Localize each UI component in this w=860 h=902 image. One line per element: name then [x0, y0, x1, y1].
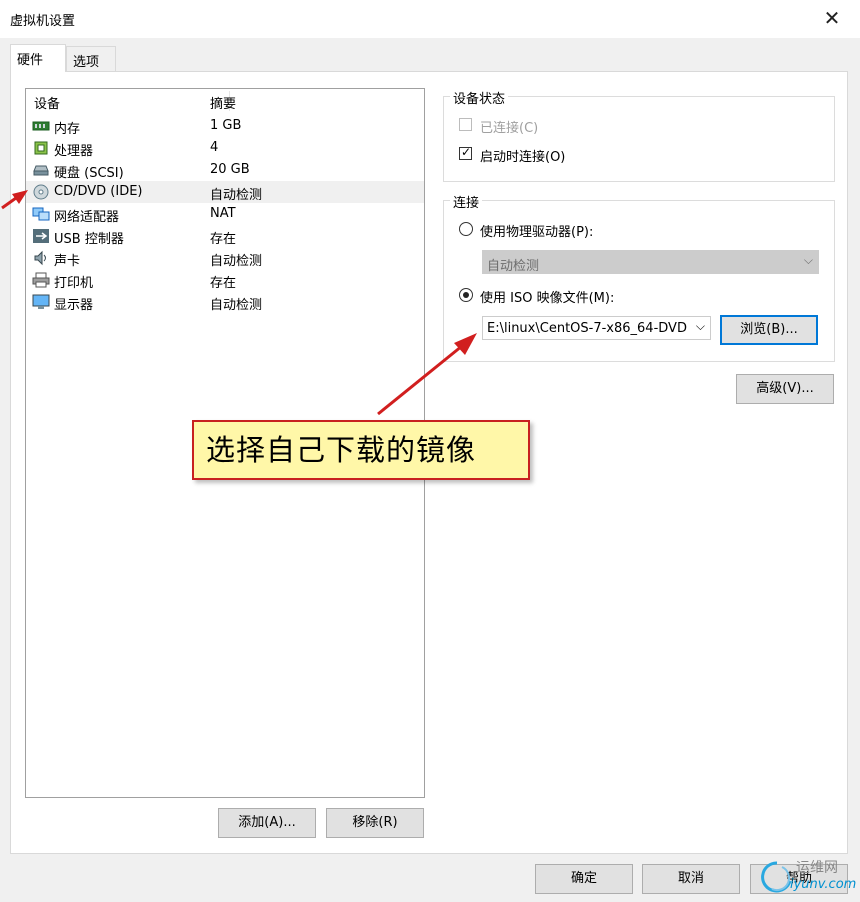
window-title: 虚拟机设置	[10, 14, 76, 29]
list-item[interactable]: 打印机 存在	[26, 269, 424, 291]
device-summary: 存在	[210, 232, 237, 247]
watermark-logo-icon	[761, 861, 792, 893]
device-summary: 自动检测	[210, 188, 263, 203]
device-name: USB 控制器	[54, 232, 124, 247]
iso-path-combobox[interactable]: E:\linux\CentOS-7-x86_64-DVD ⌵	[482, 316, 711, 340]
device-name: 硬盘 (SCSI)	[54, 166, 124, 181]
iso-image-label: 使用 ISO 映像文件(M):	[480, 291, 615, 306]
device-name: 处理器	[54, 144, 94, 159]
tab-label: 硬件	[17, 53, 44, 68]
device-summary: NAT	[210, 206, 236, 221]
cancel-button[interactable]: 取消	[642, 864, 740, 894]
tab-options[interactable]: 选项	[66, 46, 116, 72]
device-name: 声卡	[54, 254, 81, 269]
radio-dot	[463, 292, 469, 298]
connect-on-start-checkbox[interactable]: ✓	[459, 145, 472, 160]
processor-icon	[34, 141, 48, 155]
list-item[interactable]: 显示器 自动检测	[26, 291, 424, 313]
device-status-group	[443, 96, 835, 182]
close-icon[interactable]: ✕	[820, 6, 844, 30]
checkmark-icon: ✓	[461, 145, 472, 159]
physical-drive-select[interactable]: 自动检测 ⌵	[482, 250, 819, 274]
watermark: 运维网 iyunv.com	[758, 855, 860, 902]
connect-on-start-label: 启动时连接(O)	[480, 150, 566, 165]
device-name: 显示器	[54, 298, 94, 313]
advanced-button[interactable]: 高级(V)...	[736, 374, 834, 404]
physical-drive-radio[interactable]	[459, 222, 473, 236]
list-item[interactable]: 网络适配器 NAT	[26, 203, 424, 225]
connection-title: 连接	[450, 192, 483, 211]
select-value: 自动检测	[487, 259, 540, 274]
usb-icon	[33, 229, 49, 243]
list-item[interactable]: CD/DVD (IDE) 自动检测	[26, 181, 424, 203]
device-name: 打印机	[54, 276, 94, 291]
connected-checkbox[interactable]	[459, 118, 472, 131]
connected-label: 已连接(C)	[480, 121, 539, 136]
tab-label: 选项	[73, 55, 100, 70]
tab-hardware[interactable]: 硬件	[10, 44, 66, 72]
display-icon	[32, 294, 50, 309]
column-header-summary[interactable]: 摘要	[210, 93, 236, 112]
chevron-down-icon: ⌵	[695, 319, 705, 333]
device-summary: 20 GB	[210, 162, 250, 177]
remove-button[interactable]: 移除(R)	[326, 808, 424, 838]
title-bar: 虚拟机设置 ✕	[0, 0, 860, 38]
device-name: CD/DVD (IDE)	[54, 184, 143, 199]
list-header: 设备 摘要	[26, 89, 424, 113]
hard-disk-icon	[33, 165, 49, 176]
iso-image-radio[interactable]	[459, 288, 473, 302]
memory-icon	[32, 121, 50, 131]
chevron-down-icon: ⌵	[803, 253, 813, 267]
watermark-text: 运维网	[796, 860, 838, 876]
iso-path-value: E:\linux\CentOS-7-x86_64-DVD	[487, 321, 687, 336]
device-name: 内存	[54, 122, 81, 137]
column-header-device[interactable]: 设备	[34, 93, 60, 112]
list-item[interactable]: USB 控制器 存在	[26, 225, 424, 247]
annotation-callout: 选择自己下载的镜像	[192, 420, 530, 480]
printer-icon	[32, 272, 50, 288]
device-summary: 自动检测	[210, 254, 263, 269]
device-summary: 4	[210, 140, 219, 155]
device-summary: 存在	[210, 276, 237, 291]
sound-card-icon	[34, 250, 46, 266]
device-status-title: 设备状态	[450, 88, 509, 107]
list-item[interactable]: 处理器 4	[26, 137, 424, 159]
network-adapter-icon	[32, 207, 50, 221]
physical-drive-label: 使用物理驱动器(P):	[480, 225, 594, 240]
browse-button[interactable]: 浏览(B)...	[720, 315, 818, 345]
cd-dvd-icon	[33, 184, 49, 200]
device-summary: 自动检测	[210, 298, 263, 313]
watermark-url: iyunv.com	[790, 877, 857, 892]
list-item[interactable]: 硬盘 (SCSI) 20 GB	[26, 159, 424, 181]
ok-button[interactable]: 确定	[535, 864, 633, 894]
list-item[interactable]: 内存 1 GB	[26, 115, 424, 137]
device-summary: 1 GB	[210, 118, 242, 133]
device-name: 网络适配器	[54, 210, 120, 225]
list-item[interactable]: 声卡 自动检测	[26, 247, 424, 269]
add-button[interactable]: 添加(A)...	[218, 808, 316, 838]
